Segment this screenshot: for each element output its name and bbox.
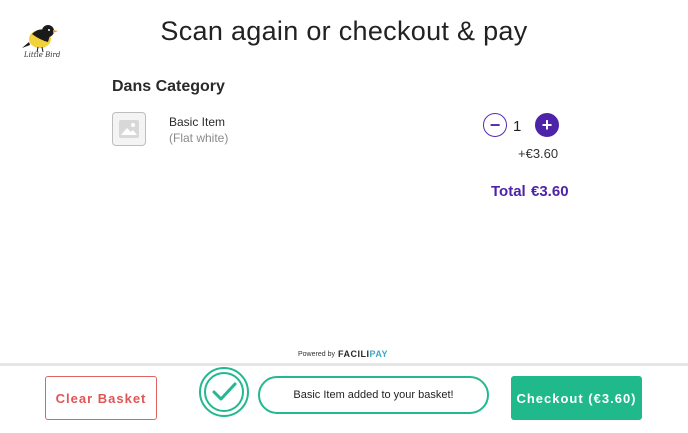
image-placeholder-glyph [119, 120, 139, 138]
checkout-button[interactable]: Checkout (€3.60) [511, 376, 642, 420]
category-title: Dans Category [112, 78, 225, 95]
total-value: €3.60 [531, 183, 569, 200]
facilipay-main: FACILI [338, 349, 370, 359]
checkmark-circle-icon [199, 367, 249, 417]
item-price: +€3.60 [518, 146, 559, 161]
page-title: Scan again or checkout & pay [160, 16, 528, 46]
decrease-quantity-button[interactable]: − [483, 113, 507, 137]
logo-text: Little Bird [24, 51, 61, 59]
basket-toast-message: Basic Item added to your basket! [258, 376, 489, 414]
image-placeholder-icon [112, 112, 146, 146]
powered-by-text: Powered by [298, 351, 335, 358]
item-variant: (Flat white) [169, 131, 229, 145]
increase-quantity-button[interactable]: + [535, 113, 559, 137]
facilipay-logo: FACILIPAY [338, 349, 388, 359]
facilipay-accent: PAY [369, 349, 389, 359]
total-label: Total [491, 183, 526, 200]
quantity-value: 1 [513, 118, 522, 135]
clear-basket-button[interactable]: Clear Basket [45, 376, 157, 420]
item-name: Basic Item [169, 115, 226, 129]
